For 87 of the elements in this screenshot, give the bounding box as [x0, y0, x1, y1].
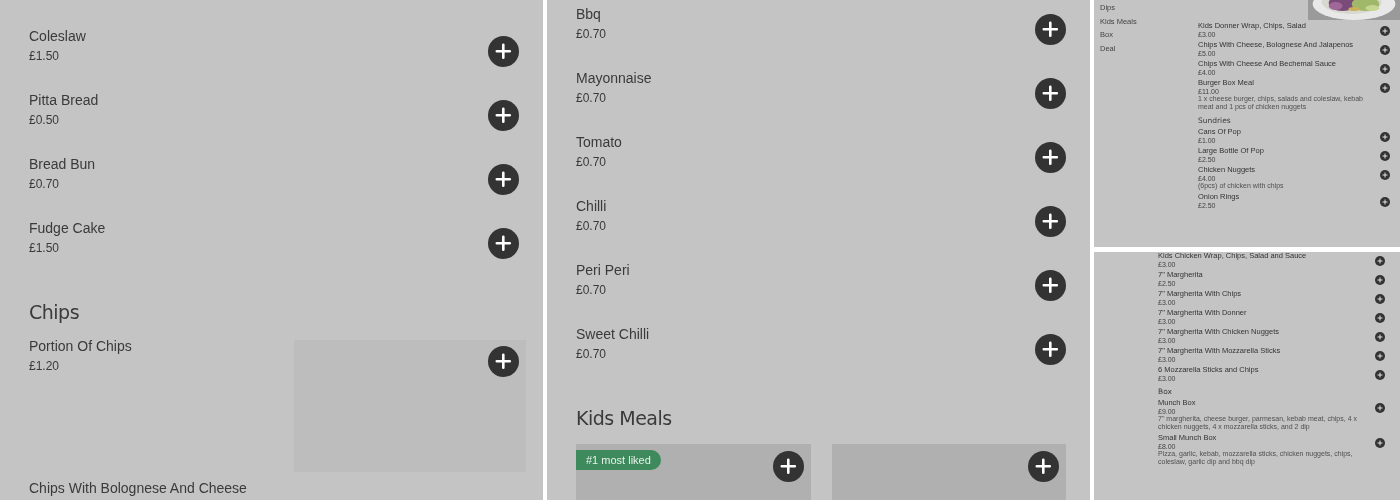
- item-price: £0.70: [576, 155, 607, 169]
- badge: #1 most liked: [576, 450, 661, 470]
- plus-icon: [1377, 440, 1383, 446]
- add-button[interactable]: [1380, 151, 1390, 161]
- add-button[interactable]: [1380, 45, 1390, 55]
- add-button[interactable]: [1375, 403, 1385, 413]
- add-button[interactable]: [1028, 451, 1059, 482]
- item-name: Peri Peri: [576, 262, 630, 279]
- add-button[interactable]: [1035, 142, 1066, 173]
- plus-icon: [1377, 334, 1383, 340]
- item-name: Sweet Chilli: [576, 326, 650, 343]
- item-name: Pitta Bread: [29, 92, 99, 109]
- plus-icon: [1377, 277, 1383, 283]
- plus-icon: [1377, 315, 1383, 321]
- item-price: £0.70: [576, 347, 607, 361]
- section-heading: Chips: [29, 300, 81, 325]
- item-name: Tomato: [576, 134, 622, 151]
- item-price: £0.70: [29, 177, 60, 191]
- plus-icon: [1382, 47, 1388, 53]
- plus-icon: [778, 457, 798, 476]
- add-button[interactable]: [488, 100, 519, 131]
- item-name: Coleslaw: [29, 28, 86, 45]
- item-name: Bread Bun: [29, 156, 96, 173]
- plus-icon: [1382, 153, 1388, 159]
- add-button[interactable]: [1375, 332, 1385, 342]
- add-button[interactable]: [1380, 83, 1390, 93]
- item-price: £1.20: [29, 359, 60, 373]
- item-price: £0.70: [576, 219, 607, 233]
- add-button[interactable]: [1035, 14, 1066, 45]
- plus-icon: [1382, 85, 1388, 91]
- plus-icon: [494, 234, 513, 253]
- add-button[interactable]: [1380, 64, 1390, 74]
- add-button[interactable]: [1375, 275, 1385, 285]
- item-price: £0.70: [576, 27, 607, 41]
- item-price: £0.70: [576, 283, 607, 297]
- plus-icon: [1034, 457, 1053, 476]
- plus-icon: [1382, 134, 1388, 140]
- plus-icon: [1377, 258, 1383, 264]
- item-name: Chilli: [576, 198, 607, 215]
- add-button[interactable]: [1375, 256, 1385, 266]
- item-name: Portion Of Chips: [29, 338, 132, 355]
- add-button[interactable]: [1035, 78, 1066, 109]
- add-button[interactable]: [1375, 370, 1385, 380]
- item-name: Fudge Cake: [29, 220, 106, 237]
- plus-icon: [1382, 199, 1388, 205]
- item-price: £1.50: [29, 49, 60, 63]
- add-button[interactable]: [1375, 313, 1385, 323]
- add-button[interactable]: [1375, 294, 1385, 304]
- add-button[interactable]: [1380, 132, 1390, 142]
- item-price: £0.70: [576, 91, 607, 105]
- item-price: £0.50: [29, 113, 60, 127]
- meal-card[interactable]: [831, 444, 1066, 500]
- section-heading: Kids Meals: [576, 406, 673, 431]
- plus-icon: [494, 352, 513, 371]
- add-button[interactable]: [488, 164, 519, 195]
- plus-icon: [494, 170, 513, 189]
- add-button[interactable]: [1380, 26, 1390, 36]
- add-button[interactable]: [488, 36, 519, 67]
- plus-icon: [1041, 148, 1060, 167]
- plus-icon: [1041, 340, 1060, 359]
- add-button[interactable]: [1035, 334, 1066, 365]
- plus-icon: [494, 42, 513, 61]
- item-price: £1.50: [29, 241, 60, 255]
- plus-icon: [1382, 28, 1388, 34]
- add-button[interactable]: [1380, 197, 1390, 207]
- plus-icon: [1041, 20, 1060, 39]
- plus-icon: [1041, 84, 1060, 103]
- add-button[interactable]: [488, 228, 519, 259]
- plus-icon: [1041, 276, 1060, 295]
- item-name: Mayonnaise: [576, 70, 652, 87]
- add-button[interactable]: [1375, 438, 1385, 448]
- add-button[interactable]: [1035, 270, 1066, 301]
- plus-icon: [1382, 66, 1388, 72]
- add-button[interactable]: [1035, 206, 1066, 237]
- add-button[interactable]: [1380, 170, 1390, 180]
- plus-icon: [1377, 372, 1383, 378]
- plus-icon: [1377, 353, 1383, 359]
- plus-icon: [1377, 296, 1383, 302]
- plus-icon: [1382, 172, 1388, 178]
- item-name: Bbq: [576, 6, 601, 23]
- plus-icon: [1377, 405, 1383, 411]
- add-button[interactable]: [772, 451, 804, 482]
- item-name: Chips With Bolognese And Cheese: [29, 480, 247, 497]
- meal-card[interactable]: #1 most liked: [576, 444, 811, 500]
- plus-icon: [494, 106, 513, 125]
- add-button[interactable]: [1375, 351, 1385, 361]
- plus-icon: [1041, 212, 1060, 231]
